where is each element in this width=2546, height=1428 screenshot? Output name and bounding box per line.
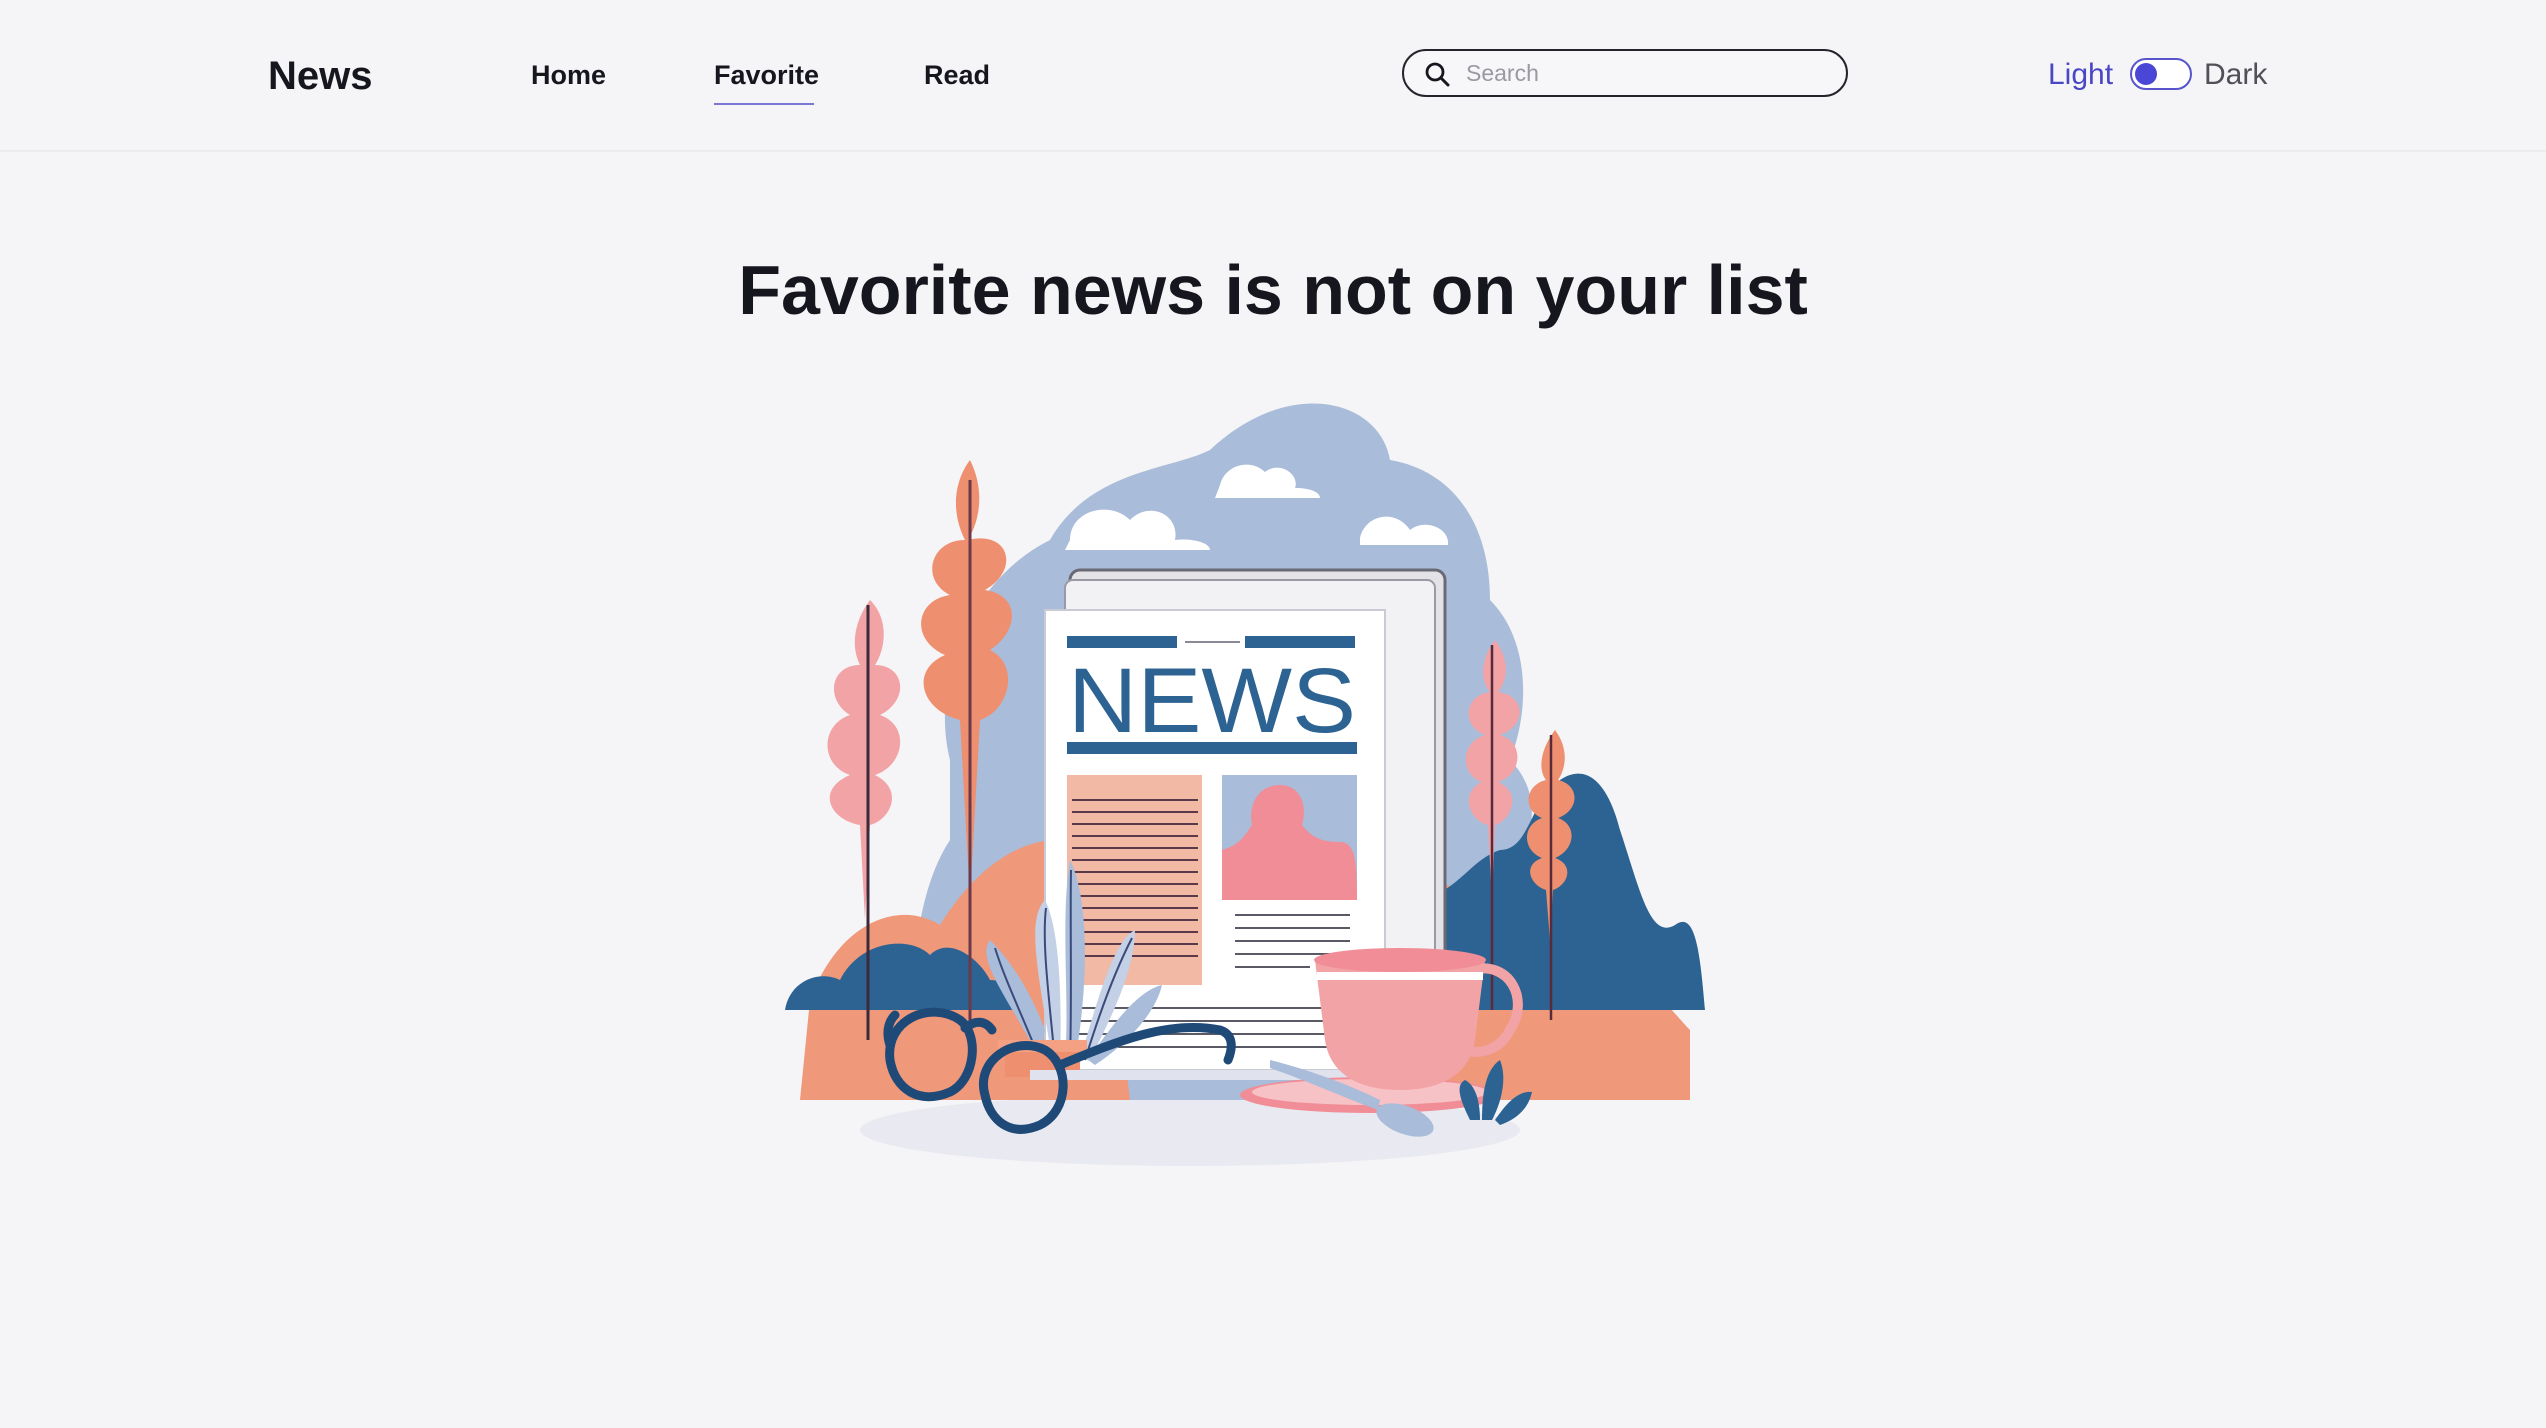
nav-read[interactable]: Read bbox=[924, 58, 990, 92]
theme-toggle[interactable] bbox=[2130, 58, 2192, 90]
nav-home[interactable]: Home bbox=[531, 58, 606, 92]
theme-light-label: Light bbox=[2048, 58, 2114, 91]
search-input[interactable] bbox=[1466, 57, 1826, 89]
page-title: Favorite news is not on your list bbox=[738, 251, 1808, 329]
top-navbar: News Home Favorite Read Light Dark bbox=[0, 0, 2546, 152]
nav-favorite[interactable]: Favorite bbox=[714, 58, 819, 92]
newspaper-headline: NEWS bbox=[1068, 650, 1356, 752]
search-icon[interactable] bbox=[1424, 61, 1450, 87]
active-nav-indicator bbox=[714, 103, 814, 105]
app-logo[interactable]: News bbox=[268, 50, 373, 102]
toggle-knob bbox=[2135, 63, 2157, 85]
search-box[interactable] bbox=[1402, 49, 1848, 97]
empty-news-illustration: NEWS bbox=[785, 403, 1705, 1166]
theme-dark-label: Dark bbox=[2204, 58, 2268, 91]
